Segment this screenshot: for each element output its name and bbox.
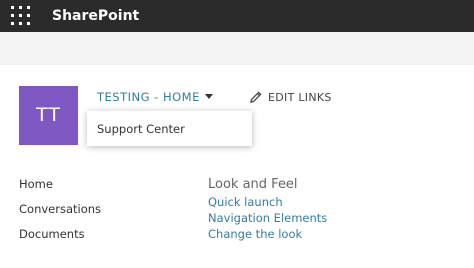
- app-launcher-waffle-icon[interactable]: [10, 5, 32, 27]
- suite-bar: SharePoint: [0, 0, 474, 32]
- left-nav-item-home[interactable]: Home: [19, 175, 101, 200]
- left-nav-item-documents[interactable]: Documents: [19, 225, 101, 250]
- left-navigation: Home Conversations Documents: [19, 175, 101, 250]
- site-logo[interactable]: TT: [19, 86, 78, 145]
- caret-down-icon[interactable]: [204, 89, 214, 105]
- top-nav-dropdown-menu: Support Center: [87, 111, 252, 146]
- edit-links-button[interactable]: EDIT LINKS: [250, 89, 332, 105]
- pencil-icon: [250, 91, 262, 103]
- link-navigation-elements[interactable]: Navigation Elements: [208, 210, 327, 226]
- left-nav-item-conversations[interactable]: Conversations: [19, 200, 101, 225]
- app-brand-link[interactable]: SharePoint: [52, 6, 139, 26]
- edit-links-label: EDIT LINKS: [268, 90, 332, 104]
- link-quick-launch[interactable]: Quick launch: [208, 194, 327, 210]
- top-nav-link-home[interactable]: TESTING - HOME: [97, 89, 200, 105]
- section-heading-look-and-feel: Look and Feel: [208, 177, 298, 192]
- command-bar: [0, 32, 474, 65]
- link-change-the-look[interactable]: Change the look: [208, 226, 327, 242]
- dropdown-item-support-center[interactable]: Support Center: [97, 121, 185, 137]
- look-and-feel-links: Quick launch Navigation Elements Change …: [208, 194, 327, 242]
